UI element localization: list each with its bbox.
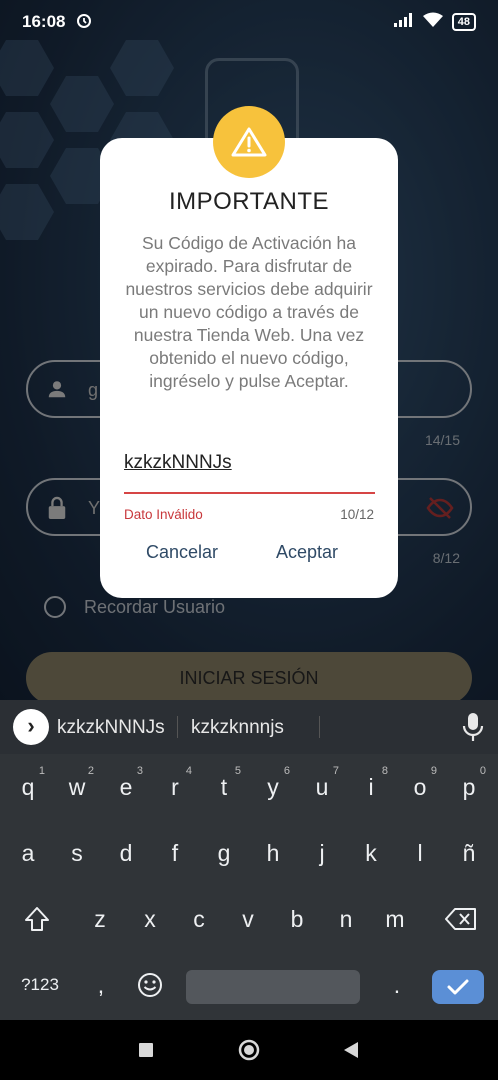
- symbols-key[interactable]: ?123: [10, 952, 70, 1018]
- key-e[interactable]: e3: [103, 754, 149, 820]
- status-time: 16:08: [22, 12, 66, 31]
- accept-button[interactable]: Aceptar: [276, 542, 338, 563]
- key-u[interactable]: u7: [299, 754, 345, 820]
- suggestion-1[interactable]: kzkzkNNNJs: [57, 717, 165, 739]
- key-k[interactable]: k: [348, 820, 394, 886]
- suggestion-bar: › kzkzkNNNJs kzkzknnnjs: [0, 700, 498, 754]
- signal-icon: [393, 12, 414, 32]
- comma-key[interactable]: ,: [78, 952, 124, 1018]
- key-l[interactable]: l: [397, 820, 443, 886]
- key-area: q1 w2 e3 r4 t5 y6 u7 i8 o9 p0 a s d f g …: [0, 754, 498, 1020]
- key-a[interactable]: a: [5, 820, 51, 886]
- key-w[interactable]: w2: [54, 754, 100, 820]
- wifi-icon: [422, 12, 444, 33]
- soft-keyboard: › kzkzkNNNJs kzkzknnnjs q1 w2 e3 r4 t5 y…: [0, 700, 498, 1020]
- key-row-4: ?123 , .: [0, 952, 498, 1018]
- microphone-icon[interactable]: [462, 712, 484, 747]
- enter-check-icon[interactable]: [432, 970, 484, 1004]
- suggestion-2[interactable]: kzkzknnnjs: [191, 717, 284, 739]
- key-n-tilde[interactable]: ñ: [446, 820, 492, 886]
- input-underline: [124, 492, 375, 494]
- key-s[interactable]: s: [54, 820, 100, 886]
- expand-arrow-icon[interactable]: ›: [13, 709, 49, 745]
- key-q[interactable]: q1: [5, 754, 51, 820]
- period-key[interactable]: .: [374, 952, 420, 1018]
- space-key[interactable]: [186, 970, 360, 1004]
- back-icon[interactable]: [343, 1041, 359, 1064]
- dialog-title: IMPORTANTE: [168, 188, 330, 215]
- key-row-3: z x c v b n m: [0, 886, 498, 952]
- key-h[interactable]: h: [250, 820, 296, 886]
- key-m[interactable]: m: [372, 886, 418, 952]
- activation-dialog: IMPORTANTE Su Código de Activación ha ex…: [100, 138, 398, 598]
- shift-key-icon[interactable]: [14, 886, 60, 952]
- key-i[interactable]: i8: [348, 754, 394, 820]
- key-y[interactable]: y6: [250, 754, 296, 820]
- key-n[interactable]: n: [323, 886, 369, 952]
- error-message: Dato Inválido: [124, 507, 203, 522]
- suggestion-divider: [177, 716, 178, 738]
- key-c[interactable]: c: [176, 886, 222, 952]
- key-r[interactable]: r4: [152, 754, 198, 820]
- key-row-2: a s d f g h j k l ñ: [0, 820, 498, 886]
- key-j[interactable]: j: [299, 820, 345, 886]
- key-v[interactable]: v: [225, 886, 271, 952]
- backspace-key-icon[interactable]: [436, 886, 486, 952]
- recents-icon[interactable]: [139, 1043, 153, 1062]
- status-bar: 16:08 48: [0, 0, 498, 44]
- char-counter: 10/12: [340, 507, 374, 522]
- activation-code-input[interactable]: kzkzkNNNJs: [124, 452, 232, 474]
- key-o[interactable]: o9: [397, 754, 443, 820]
- key-row-1: q1 w2 e3 r4 t5 y6 u7 i8 o9 p0: [0, 754, 498, 820]
- dialog-message: Su Código de Activación ha expirado. Par…: [125, 233, 373, 391]
- home-icon[interactable]: [238, 1039, 260, 1066]
- alarm-icon: [75, 11, 93, 34]
- key-z[interactable]: z: [77, 886, 123, 952]
- system-nav-bar: [0, 1020, 498, 1080]
- warning-icon: [213, 106, 285, 178]
- cancel-button[interactable]: Cancelar: [146, 542, 218, 563]
- key-f[interactable]: f: [152, 820, 198, 886]
- suggestion-divider: [319, 716, 320, 738]
- key-p[interactable]: p0: [446, 754, 492, 820]
- key-t[interactable]: t5: [201, 754, 247, 820]
- key-b[interactable]: b: [274, 886, 320, 952]
- key-d[interactable]: d: [103, 820, 149, 886]
- key-g[interactable]: g: [201, 820, 247, 886]
- key-x[interactable]: x: [127, 886, 173, 952]
- emoji-key-icon[interactable]: [127, 952, 173, 1018]
- battery-indicator: 48: [451, 13, 476, 31]
